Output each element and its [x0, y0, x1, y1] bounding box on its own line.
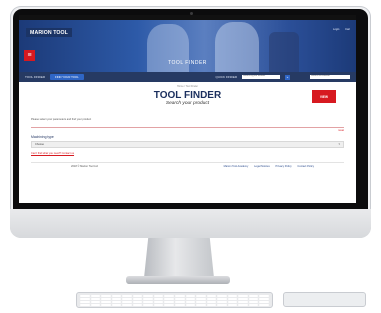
copyright-text: 2018 © Marion Tool Ltd [71, 165, 98, 168]
monitor-stand-foot [126, 276, 230, 284]
find-your-tool-button[interactable]: FIND YOUR TOOL [50, 74, 84, 80]
footer-link-legal[interactable]: Legal Notices [254, 165, 270, 168]
monitor-chin [10, 209, 371, 238]
chevron-down-icon: ▾ [338, 142, 340, 146]
page-title: TOOL FINDER [153, 90, 222, 101]
footer-link-contact[interactable]: Contact Policy [297, 165, 314, 168]
footer-link-academy[interactable]: Marion Tool Academy [224, 165, 249, 168]
site-search-input[interactable]: Search our website [310, 75, 350, 79]
monitor-stand-neck [144, 238, 214, 278]
machining-type-select[interactable]: Choose ▾ [31, 141, 344, 148]
footer-link-privacy[interactable]: Privacy Policy [276, 165, 292, 168]
machining-type-label: Machining type [31, 135, 54, 139]
contact-help-link[interactable]: Can't find what you need? Contact us [31, 152, 344, 155]
account-links: Login Cart [328, 28, 350, 31]
hamburger-icon[interactable]: ≡ [24, 50, 35, 61]
site-logo[interactable]: MARION TOOL [26, 28, 72, 37]
title-row: TOOL FINDER Search your product VIEW [31, 90, 344, 112]
breadcrumb: Home / Tool Finder [176, 85, 199, 88]
main-content: Home / Tool Finder TOOL FINDER Search yo… [19, 82, 356, 168]
imac-monitor: MARION TOOL Login Cart TOOL FINDER ≡ TOO… [10, 6, 371, 238]
hero-banner: MARION TOOL Login Cart TOOL FINDER ≡ [19, 20, 356, 72]
reset-link[interactable]: reset [31, 129, 344, 132]
quick-finder-go-button[interactable]: » [285, 74, 290, 80]
footer: 2018 © Marion Tool Ltd Marion Tool Acade… [31, 162, 344, 168]
tool-navbar: TOOL FINDER FIND YOUR TOOL QUICK FINDER … [19, 72, 356, 82]
hero-microscope-image [269, 32, 299, 72]
view-button[interactable]: VIEW [312, 90, 336, 103]
login-link[interactable]: Login [333, 28, 339, 31]
quick-finder-label: QUICK FINDER [215, 75, 237, 79]
keyboard [76, 292, 273, 308]
tool-finder-nav-label: TOOL FINDER [25, 75, 46, 79]
screen: MARION TOOL Login Cart TOOL FINDER ≡ TOO… [19, 15, 356, 203]
divider [31, 127, 344, 128]
instructions-text: Please select your parameters and find y… [31, 118, 92, 121]
page-subtitle: Search your product [165, 101, 210, 106]
hero-title: TOOL FINDER [168, 60, 207, 66]
quick-finder-input[interactable]: Search by part number [242, 75, 280, 79]
footer-links: Marion Tool Academy Legal Notices Privac… [219, 165, 314, 168]
machining-type-value: Choose [35, 143, 44, 146]
cart-link[interactable]: Cart [345, 28, 350, 31]
trackpad [283, 292, 366, 307]
